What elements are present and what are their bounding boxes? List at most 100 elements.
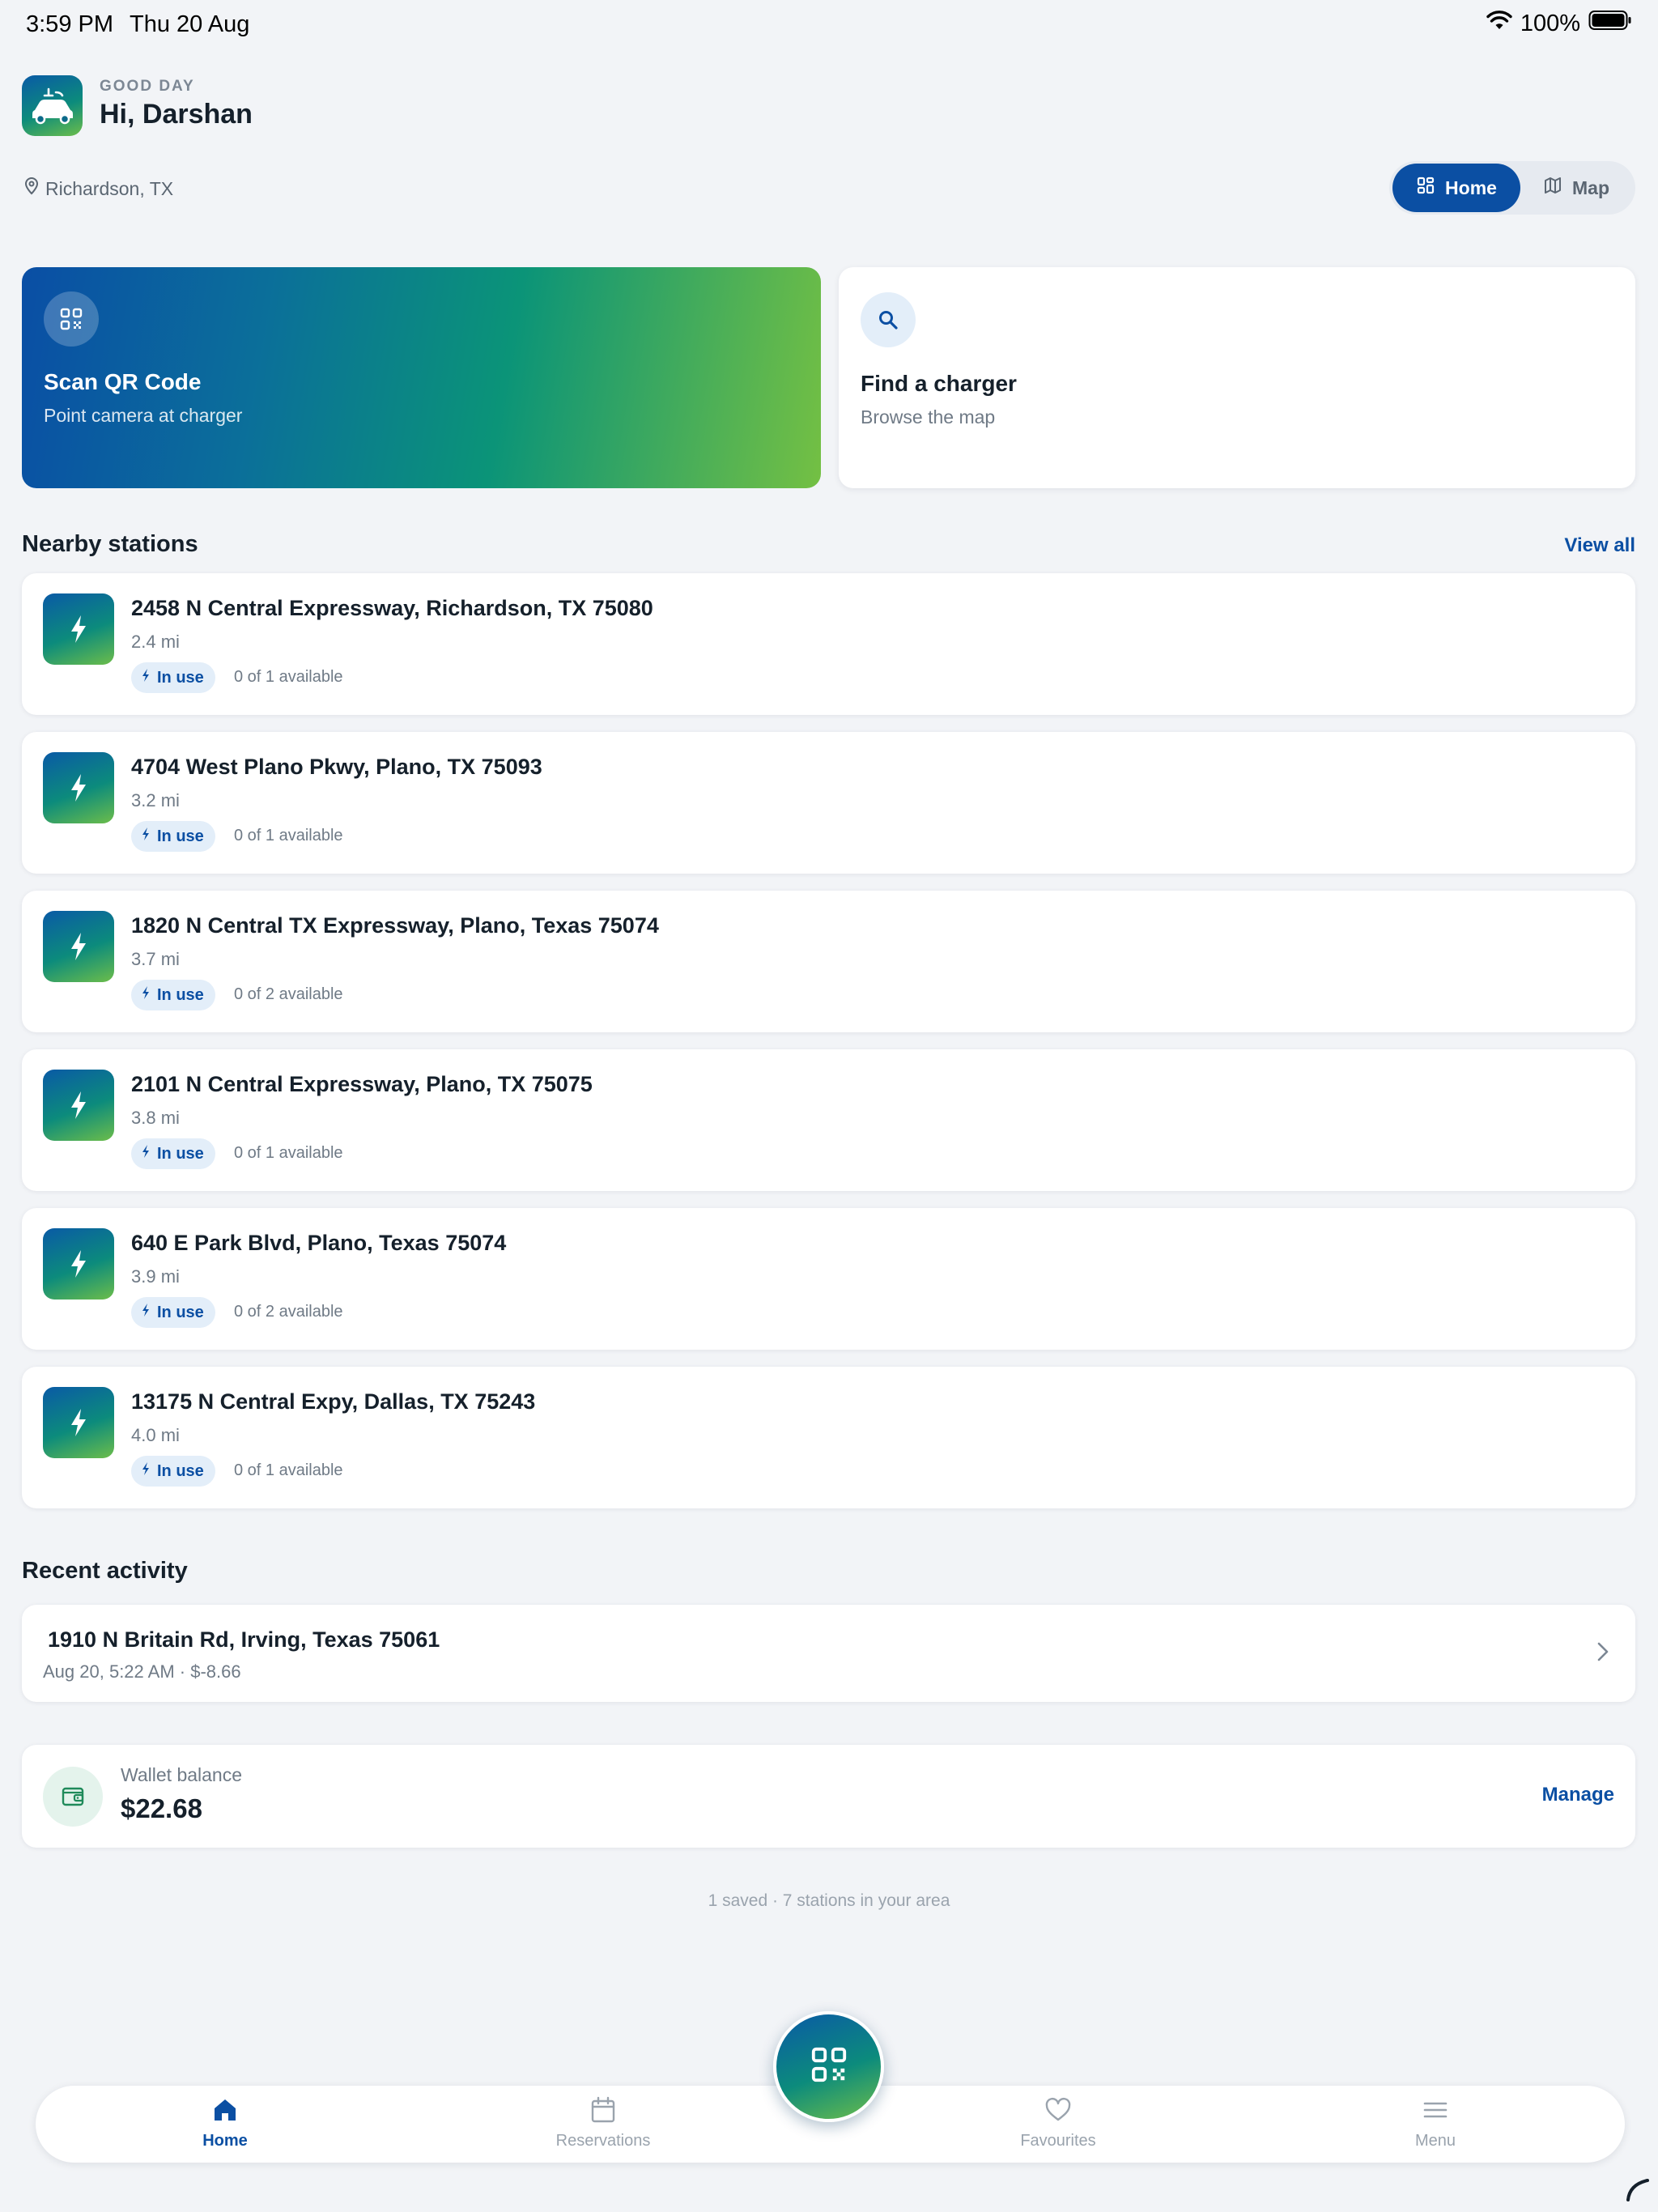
location-label: Richardson, TX [24,177,173,201]
status-badge: In use [131,980,215,1010]
home-view-button[interactable]: Home [1392,164,1520,212]
nav-menu[interactable]: Menu [1346,2095,1524,2150]
recent-activity-item[interactable]: 1910 N Britain Rd, Irving, Texas 75061 A… [22,1605,1635,1702]
qr-code-icon [44,291,99,347]
scan-qr-subtitle: Point camera at charger [44,405,243,426]
greeting-label: GOOD DAY [100,78,195,95]
station-availability: 0 of 1 available [234,1144,343,1162]
station-card[interactable]: 640 E Park Blvd, Plano, Texas 75074 3.9 … [22,1208,1635,1350]
scan-qr-fab[interactable] [773,2011,884,2122]
user-greeting: Hi, Darshan [100,99,253,130]
map-view-button[interactable]: Map [1520,164,1632,212]
nav-menu-label: Menu [1414,2132,1456,2150]
home-view-label: Home [1445,177,1497,198]
station-address: 1820 N Central TX Expressway, Plano, Tex… [131,913,659,938]
station-distance: 3.8 mi [131,1108,180,1128]
station-availability: 0 of 2 available [234,985,343,1003]
station-address: 2458 N Central Expressway, Richardson, T… [131,596,653,620]
map-icon [1543,176,1562,200]
station-distance: 4.0 mi [131,1425,180,1445]
nearby-stations-title: Nearby stations [22,531,198,557]
status-badge-label: In use [157,827,204,845]
battery-percent: 100% [1520,10,1580,36]
nav-home-label: Home [202,2132,248,2150]
lightning-icon [43,1070,114,1141]
status-badge: In use [131,821,215,852]
app-logo-icon [22,75,83,136]
status-badge-label: In use [157,668,204,687]
find-charger-card[interactable]: Find a charger Browse the map [839,267,1635,488]
status-badge: In use [131,1456,215,1487]
lightning-icon [43,1228,114,1300]
manage-wallet-button[interactable]: Manage [1542,1784,1614,1806]
corner-scroll-indicator [1626,2178,1650,2206]
lightning-icon [43,911,114,982]
station-availability: 0 of 1 available [234,827,343,844]
heart-icon [1044,2095,1073,2129]
map-view-label: Map [1572,177,1609,198]
status-badge-label: In use [157,1303,204,1321]
status-badge-label: In use [157,985,204,1004]
wallet-card: Wallet balance $22.68 Manage [22,1745,1635,1848]
nav-home[interactable]: Home [136,2095,314,2150]
lightning-icon [43,593,114,665]
calendar-icon [589,2095,618,2129]
activity-address: 1910 N Britain Rd, Irving, Texas 75061 [48,1627,440,1652]
nav-favourites[interactable]: Favourites [969,2095,1147,2150]
station-distance: 3.2 mi [131,790,180,810]
bolt-icon [141,668,151,687]
bolt-icon [141,1144,151,1163]
lightning-icon [43,1387,114,1458]
station-card[interactable]: 2101 N Central Expressway, Plano, TX 750… [22,1049,1635,1191]
chevron-right-icon [1596,1640,1609,1667]
station-card[interactable]: 4704 West Plano Pkwy, Plano, TX 75093 3.… [22,732,1635,874]
status-badge: In use [131,1138,215,1169]
wallet-balance-value: $22.68 [121,1793,202,1823]
recent-activity-title: Recent activity [22,1558,188,1584]
map-pin-icon [24,177,39,201]
status-badge: In use [131,1297,215,1328]
status-badge: In use [131,662,215,693]
scan-qr-card[interactable]: Scan QR Code Point camera at charger [22,267,821,488]
status-time: 3:59 PM [26,11,113,37]
bolt-icon [141,1461,151,1481]
search-icon [861,292,916,347]
station-distance: 3.9 mi [131,1266,180,1287]
bolt-icon [141,1303,151,1322]
status-badge-label: In use [157,1144,204,1163]
station-address: 2101 N Central Expressway, Plano, TX 750… [131,1072,593,1096]
wallet-icon [43,1767,103,1827]
station-card[interactable]: 2458 N Central Expressway, Richardson, T… [22,573,1635,715]
station-card[interactable]: 1820 N Central TX Expressway, Plano, Tex… [22,891,1635,1032]
wifi-icon [1486,10,1512,37]
station-distance: 3.7 mi [131,949,180,969]
status-indicators: 100% [1486,10,1632,37]
menu-icon [1421,2095,1450,2129]
activity-meta: Aug 20, 5:22 AM · $-8.66 [43,1661,241,1682]
status-badge-label: In use [157,1461,204,1480]
station-availability: 0 of 1 available [234,668,343,686]
summary-note: 1 saved · 7 stations in your area [708,1891,950,1910]
location-text: Richardson, TX [45,177,174,199]
lightning-icon [43,752,114,823]
scan-qr-title: Scan QR Code [44,369,202,394]
bolt-icon [141,985,151,1005]
find-charger-subtitle: Browse the map [861,406,996,428]
nav-reservations-label: Reservations [555,2132,651,2150]
station-availability: 0 of 1 available [234,1461,343,1479]
station-address: 4704 West Plano Pkwy, Plano, TX 75093 [131,755,542,779]
status-date: Thu 20 Aug [130,11,250,37]
nav-reservations[interactable]: Reservations [514,2095,692,2150]
battery-icon [1588,10,1632,37]
find-charger-title: Find a charger [861,371,1017,396]
station-address: 640 E Park Blvd, Plano, Texas 75074 [131,1231,507,1255]
home-icon [210,2095,240,2129]
wallet-balance-label: Wallet balance [121,1764,243,1785]
qr-code-icon [810,2045,848,2088]
station-distance: 2.4 mi [131,632,180,652]
station-card[interactable]: 13175 N Central Expy, Dallas, TX 75243 4… [22,1367,1635,1508]
bolt-icon [141,827,151,846]
view-all-link[interactable]: View all [1564,534,1635,557]
grid-icon [1416,176,1435,200]
station-availability: 0 of 2 available [234,1303,343,1321]
